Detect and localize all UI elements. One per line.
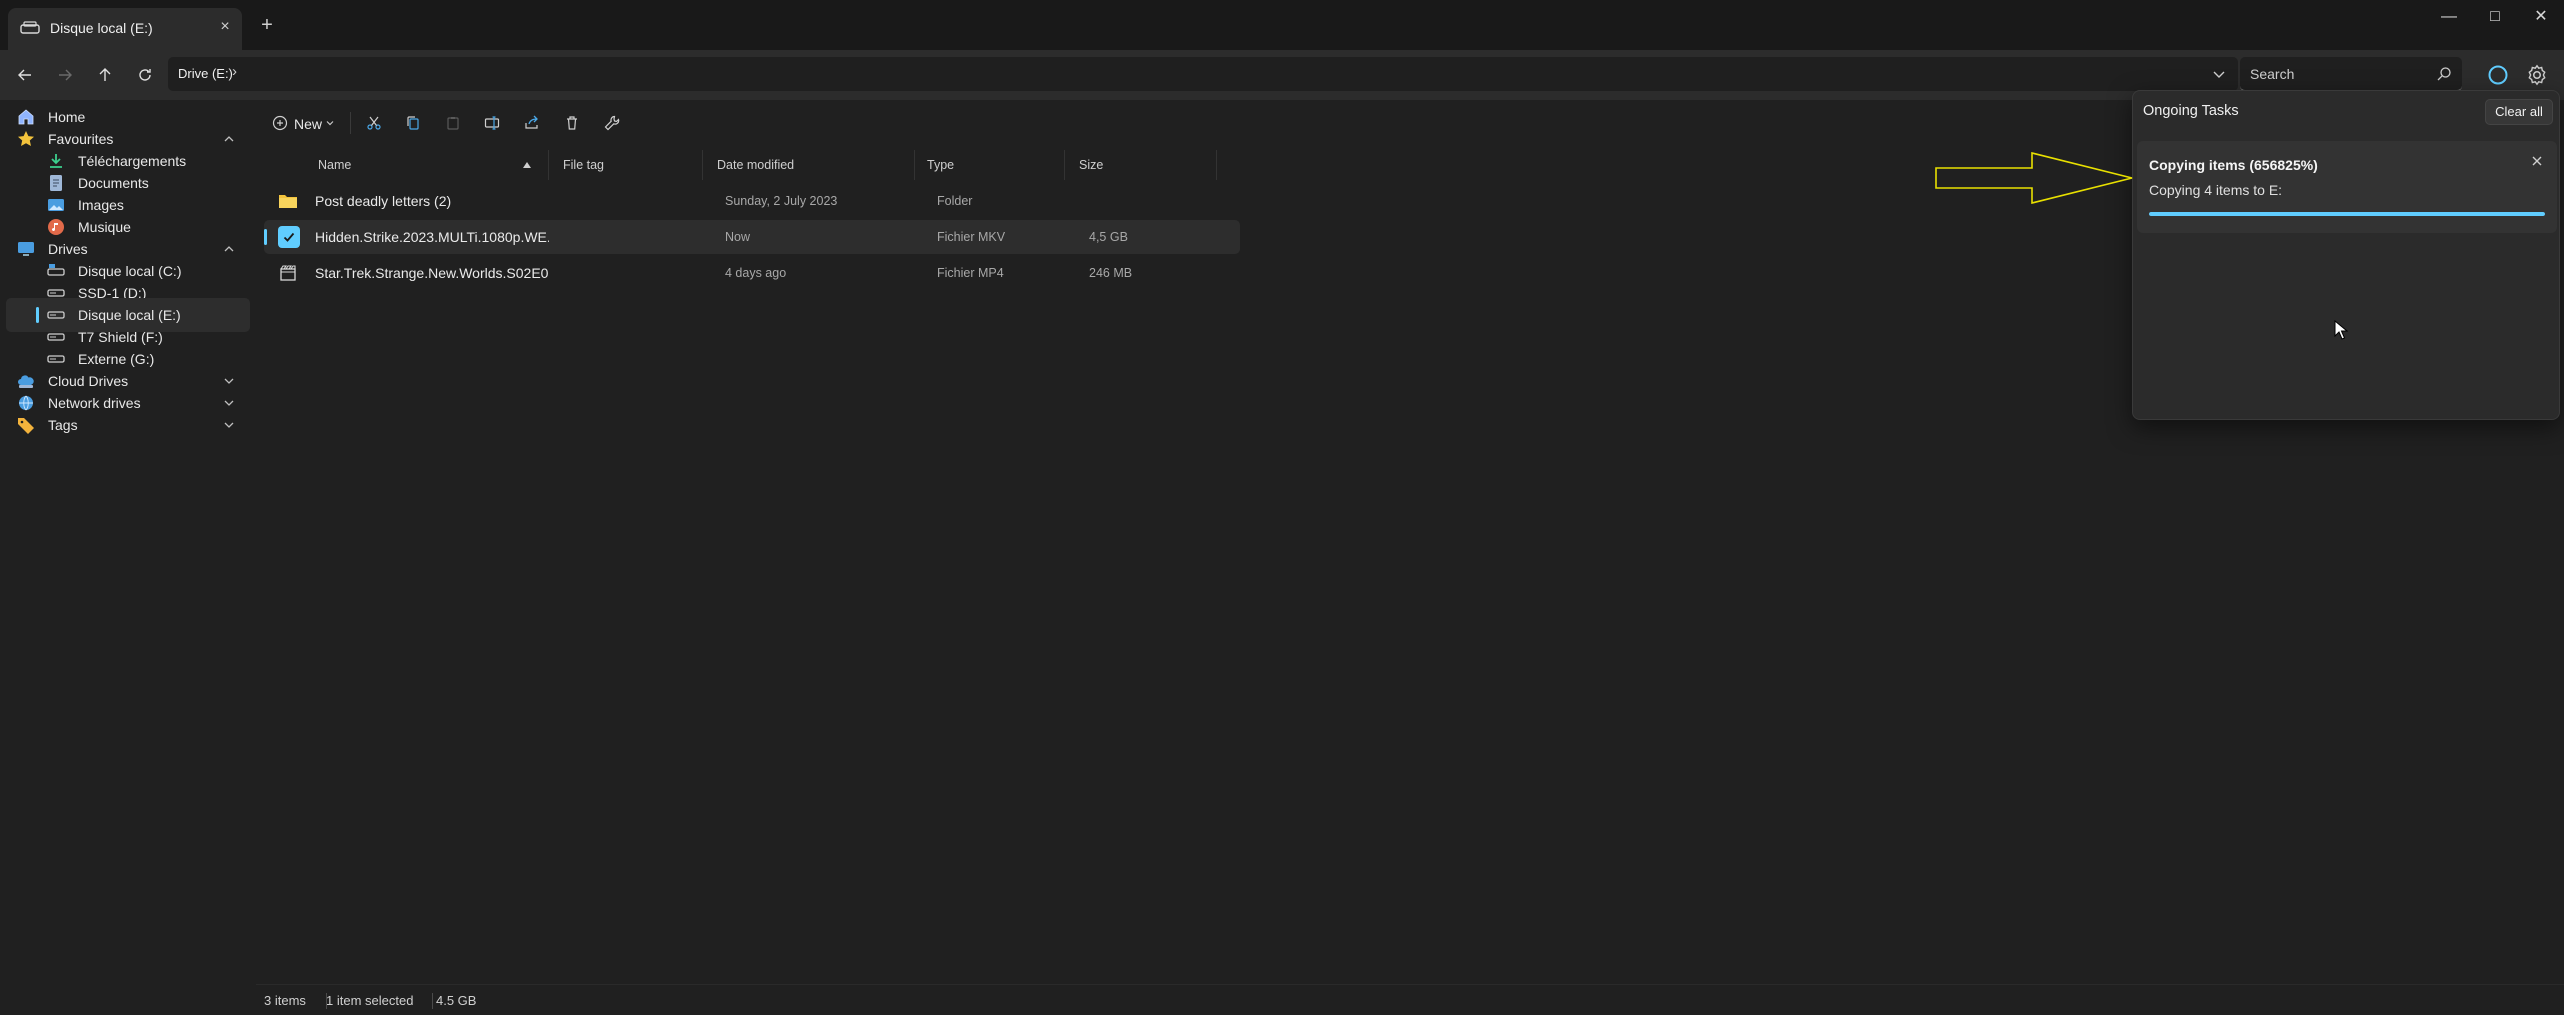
cut-button[interactable] — [359, 108, 389, 138]
file-name[interactable]: Star.Trek.Strange.New.Worlds.S02E0... — [315, 265, 549, 281]
task-title: Copying items (656825%) — [2149, 157, 2318, 173]
scissors-icon — [367, 116, 381, 130]
file-size: 246 MB — [1089, 266, 1133, 280]
annotation-arrow-icon — [1935, 151, 2133, 205]
close-icon[interactable] — [2527, 151, 2547, 171]
tab-label: Disque local (E:) — [50, 20, 153, 36]
drive-icon — [20, 21, 40, 34]
sidebar: Home Favourites Téléchargements Document… — [0, 100, 254, 1015]
task-card-copying: Copying items (656825%) Copying 4 items … — [2137, 141, 2557, 233]
column-separator[interactable] — [1064, 150, 1065, 180]
status-selected-count: 1 item selected — [326, 993, 414, 1008]
file-size: 4,5 GB — [1089, 230, 1128, 244]
column-header-date-modified[interactable]: Date modified — [717, 158, 794, 178]
gear-icon[interactable] — [2524, 62, 2550, 88]
search-icon[interactable] — [2436, 66, 2452, 82]
new-button[interactable]: New — [264, 108, 340, 138]
share-button[interactable] — [517, 108, 547, 138]
tab-close-icon[interactable]: × — [213, 14, 237, 40]
chevron-down-icon[interactable] — [2208, 63, 2230, 85]
refresh-button[interactable] — [128, 58, 162, 92]
ongoing-tasks-title: Ongoing Tasks — [2143, 103, 2239, 119]
share-icon — [525, 115, 538, 129]
rename-icon — [484, 116, 500, 130]
column-header-name[interactable]: Name — [318, 158, 351, 178]
refresh-icon — [139, 69, 151, 81]
chevron-down-icon[interactable] — [220, 416, 238, 434]
file-type: Fichier MKV — [937, 230, 1006, 244]
tab-disque-local-e[interactable]: Disque local (E:) × — [8, 8, 242, 50]
column-header-file-tag[interactable]: File tag — [563, 158, 604, 178]
toolbar-divider — [350, 112, 351, 134]
maximize-button[interactable]: □ — [2472, 2, 2518, 32]
row-checkbox[interactable] — [278, 226, 300, 248]
plus-circle-icon — [272, 115, 288, 131]
file-date: Now — [725, 230, 751, 244]
sidebar-item-label: Tags — [48, 417, 78, 433]
file-type: Folder — [937, 194, 973, 208]
sort-ascending-icon[interactable] — [522, 160, 532, 170]
new-tab-button[interactable]: + — [254, 12, 280, 38]
close-window-button[interactable]: ✕ — [2518, 2, 2564, 32]
arrow-left-icon — [18, 69, 31, 81]
task-progress-fill — [2149, 212, 2545, 216]
file-row[interactable]: Post deadly letters (2) Sunday, 2 July 2… — [264, 184, 1240, 218]
search-box[interactable] — [2240, 57, 2462, 91]
column-separator[interactable] — [702, 150, 703, 180]
column-separator[interactable] — [1216, 150, 1217, 180]
file-name[interactable]: Hidden.Strike.2023.MULTi.1080p.WE... — [315, 229, 549, 245]
file-date: 4 days ago — [725, 266, 787, 280]
check-icon — [283, 232, 295, 242]
arrow-up-icon — [99, 68, 111, 81]
tag-icon — [18, 418, 34, 434]
up-button[interactable] — [88, 58, 122, 92]
copy-button[interactable] — [398, 108, 428, 138]
new-button-label: New — [294, 116, 323, 132]
sidebar-section-tags[interactable]: Tags — [6, 408, 250, 442]
file-date: Sunday, 2 July 2023 — [725, 194, 838, 208]
status-bar: 3 items 1 item selected 4.5 GB — [256, 984, 2564, 1015]
task-progress-bar — [2149, 212, 2545, 216]
chevron-down-icon — [326, 121, 334, 126]
file-name[interactable]: Post deadly letters (2) — [315, 193, 545, 209]
task-subtitle: Copying 4 items to E: — [2149, 182, 2283, 198]
video-file-icon — [280, 265, 296, 281]
status-selected-size: 4.5 GB — [436, 993, 477, 1008]
status-center-icon[interactable] — [2486, 63, 2510, 87]
column-header-type[interactable]: Type — [927, 158, 954, 178]
back-button[interactable] — [8, 58, 42, 92]
file-type: Fichier MP4 — [937, 266, 1004, 280]
column-header-size[interactable]: Size — [1079, 158, 1103, 178]
search-input[interactable] — [2250, 64, 2420, 84]
column-separator[interactable] — [548, 150, 549, 180]
mouse-cursor-icon — [2334, 320, 2348, 340]
column-separator[interactable] — [914, 150, 915, 180]
clipboard-icon — [447, 117, 459, 130]
minimize-button[interactable]: — — [2426, 2, 2472, 32]
forward-button[interactable] — [48, 58, 82, 92]
breadcrumb-chevron-icon[interactable]: › — [232, 63, 237, 80]
status-item-count: 3 items — [264, 993, 306, 1008]
file-row[interactable]: Hidden.Strike.2023.MULTi.1080p.WE... Now… — [264, 220, 1240, 254]
selection-indicator — [264, 229, 267, 245]
address-bar[interactable]: Drive (E:) › — [168, 57, 2238, 91]
folder-icon — [279, 195, 297, 208]
status-separator — [432, 993, 433, 1009]
wrench-icon — [604, 115, 620, 131]
file-row[interactable]: Star.Trek.Strange.New.Worlds.S02E0... 4 … — [264, 256, 1240, 290]
properties-button[interactable] — [597, 108, 627, 138]
file-list: Name File tag Date modified Type Size Po… — [256, 150, 1256, 310]
delete-button[interactable] — [557, 108, 587, 138]
paste-button[interactable] — [438, 108, 468, 138]
trash-icon — [567, 116, 577, 130]
title-bar: Disque local (E:) × + — □ ✕ — [0, 0, 2564, 50]
ongoing-tasks-flyout: Ongoing Tasks Clear all Copying items (6… — [2132, 90, 2560, 420]
breadcrumb-drive-e[interactable]: Drive (E:) — [178, 66, 233, 81]
copy-icon — [407, 116, 419, 130]
arrow-right-icon — [59, 69, 72, 81]
rename-button[interactable] — [477, 108, 507, 138]
clear-all-button[interactable]: Clear all — [2485, 99, 2553, 125]
